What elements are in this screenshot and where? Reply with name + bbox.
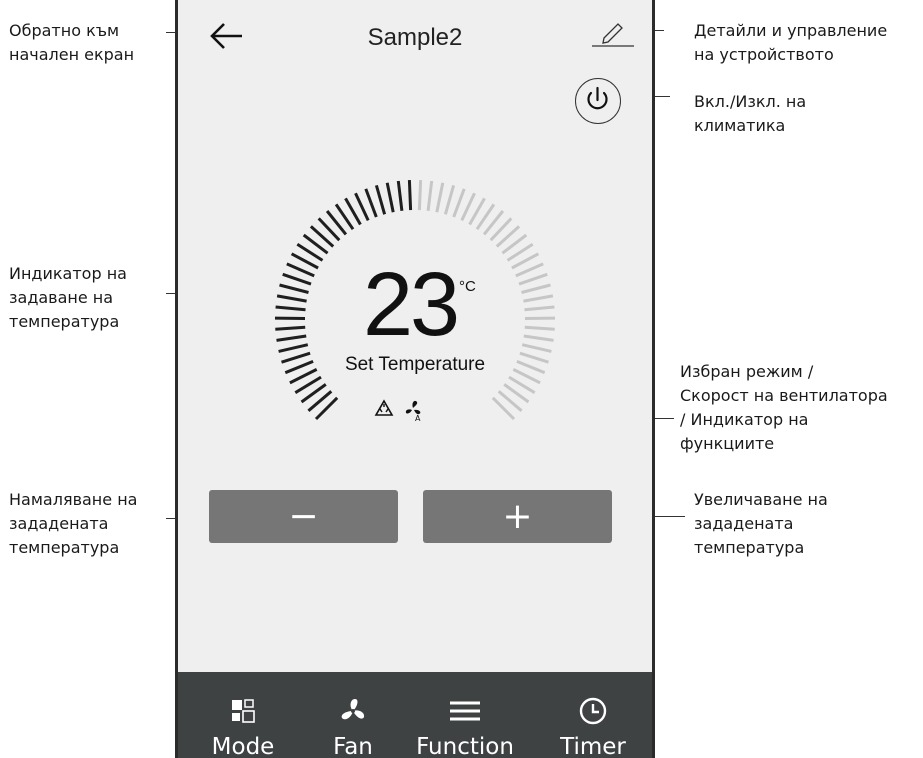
bottom-navigation: Mode Fan Function Timer [178,672,652,758]
callout-mode: Избран режим / Скорост на вентилатора / … [680,362,888,453]
dial-tick [276,334,307,342]
dial-tick [276,294,307,303]
callout-decrease: Намаляване на зададената температура [9,490,138,557]
fan-auto-icon: A [402,398,426,427]
dial-tick [364,188,378,218]
dial-tick [407,180,413,211]
tab-timer-label: Timer [560,734,626,758]
dial-tick [521,343,552,353]
increase-temperature-button[interactable]: + [423,490,612,543]
dial-tick [443,184,456,215]
svg-text:A: A [415,414,421,422]
temperature-unit: °C [459,278,476,295]
dial-tick [275,325,306,331]
callout-indicator: Индикатор на задаване на температура [9,264,127,331]
temperature-value: 23 [363,255,460,355]
dial-tick [374,184,387,215]
tab-fan-label: Fan [333,734,373,758]
tab-fan[interactable]: Fan [298,672,408,758]
dial-tick [282,272,312,286]
dial-tick [524,305,555,312]
tab-timer[interactable]: Timer [538,672,648,758]
power-button[interactable] [575,78,621,124]
dial-tick [524,325,555,331]
device-title: Sample2 [367,24,463,51]
callout-details: Детайли и управление на устройството [694,21,888,64]
dial-tick [396,180,404,211]
dial-tick [278,343,309,353]
tab-mode-label: Mode [211,734,275,758]
recycle-icon [374,399,394,422]
dial-tick [521,283,551,294]
set-temperature-label: Set Temperature [344,354,486,375]
dial-tick [452,188,466,218]
dial-tick [385,182,395,213]
dial-tick [286,262,315,278]
fan-icon [341,699,365,720]
pencil-icon [592,23,634,47]
phone-screen: Sample2 23 °C Set Temperature A − + Mode… [175,0,655,758]
dial-tick [523,334,554,342]
dial-tick [518,272,548,286]
dial-tick [435,182,445,213]
callout-back: Обратно към начален екран [9,21,135,64]
callout-power: Вкл./Изкл. на климатика [694,92,807,135]
dial-tick [515,262,544,278]
dial-tick [426,180,434,211]
dial-tick [523,294,554,303]
tab-mode[interactable]: Mode [188,672,298,758]
dial-tick [417,180,423,211]
callout-increase: Увеличаване на зададената температура [694,490,828,557]
decrease-temperature-button[interactable]: − [209,490,398,543]
menu-icon [450,701,480,721]
mode-icon [232,699,255,723]
dial-tick [279,283,309,294]
tab-function-label: Function [416,734,514,758]
dial-tick [275,305,306,312]
tab-function[interactable]: Function [410,672,520,758]
clock-icon [579,697,607,725]
edit-button[interactable] [590,18,638,50]
power-icon [587,86,608,110]
